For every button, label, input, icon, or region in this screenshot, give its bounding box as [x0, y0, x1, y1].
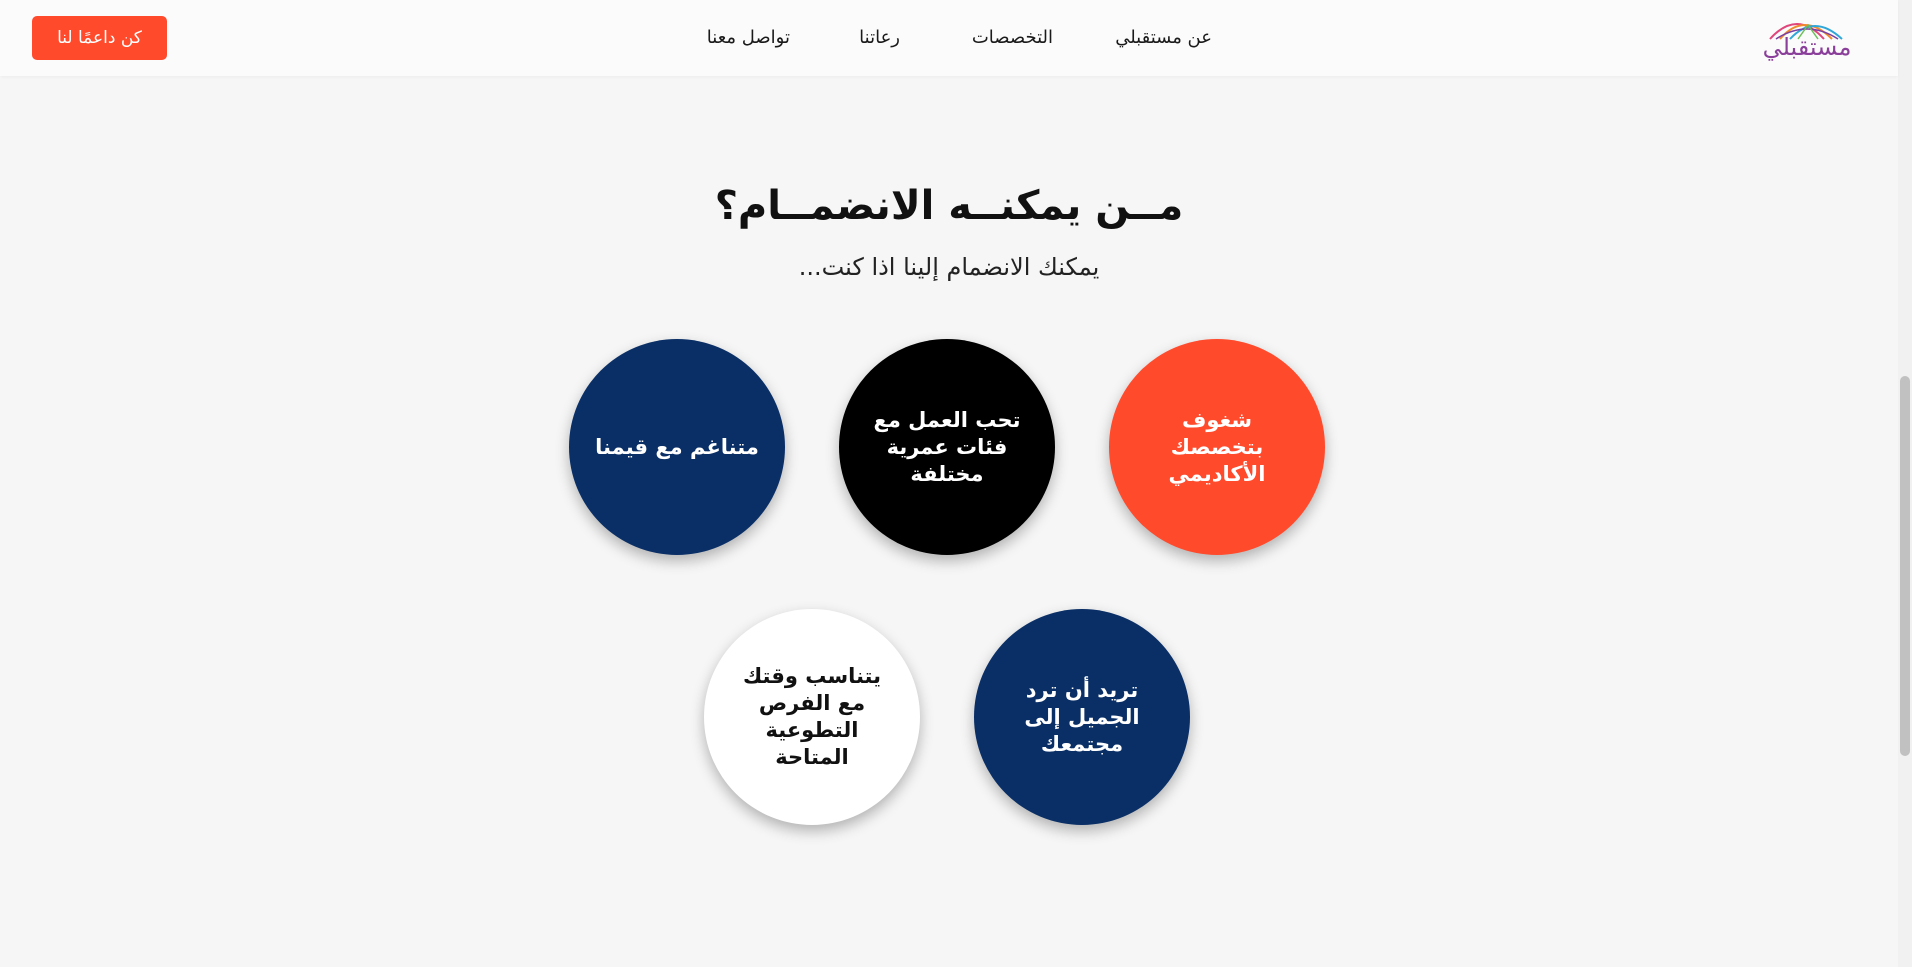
criteria-label: شغوف بتخصصك الأكاديمي — [1168, 407, 1266, 486]
nav-link-about[interactable]: عن مستقبلي — [1115, 22, 1212, 54]
criteria-circle-give-back: تريد أن ترد الجميل إلى مجتمعك — [974, 609, 1190, 825]
criteria-circle-passion: شغوف بتخصصك الأكاديمي — [1109, 339, 1325, 555]
criteria-label: تريد أن ترد الجميل إلى مجتمعك — [1024, 677, 1140, 756]
scrollbar-thumb[interactable] — [1900, 376, 1910, 756]
criteria-label: تحب العمل مع فئات عمرية مختلفة — [873, 407, 1021, 486]
nav-links: عن مستقبلي التخصصات رعاتنا تواصل معنا — [0, 22, 1898, 54]
navbar: مستقبلي عن مستقبلي التخصصات رعاتنا تواصل… — [0, 0, 1898, 76]
criteria-circle-time: يتناسب وقتك مع الفرص التطوعية المتاحة — [704, 609, 920, 825]
scrollbar[interactable] — [1898, 0, 1912, 967]
nav-link-contact[interactable]: تواصل معنا — [707, 22, 790, 54]
criteria-label: يتناسب وقتك مع الفرص التطوعية المتاحة — [742, 664, 882, 769]
criteria-circle-age-groups: تحب العمل مع فئات عمرية مختلفة — [839, 339, 1055, 555]
nav-link-specialties[interactable]: التخصصات — [972, 22, 1053, 54]
become-supporter-button[interactable]: كن داعمًا لنا — [32, 16, 167, 60]
nav-link-sponsors[interactable]: رعاتنا — [859, 22, 900, 54]
section-title: مــن يمكنــه الانضمــام؟ — [714, 183, 1184, 229]
criteria-circle-values: متناغم مع قيمنا — [569, 339, 785, 555]
criteria-label: متناغم مع قيمنا — [595, 434, 759, 459]
section-subtitle: يمكنك الانضمام إلينا اذا كنت... — [798, 253, 1100, 281]
